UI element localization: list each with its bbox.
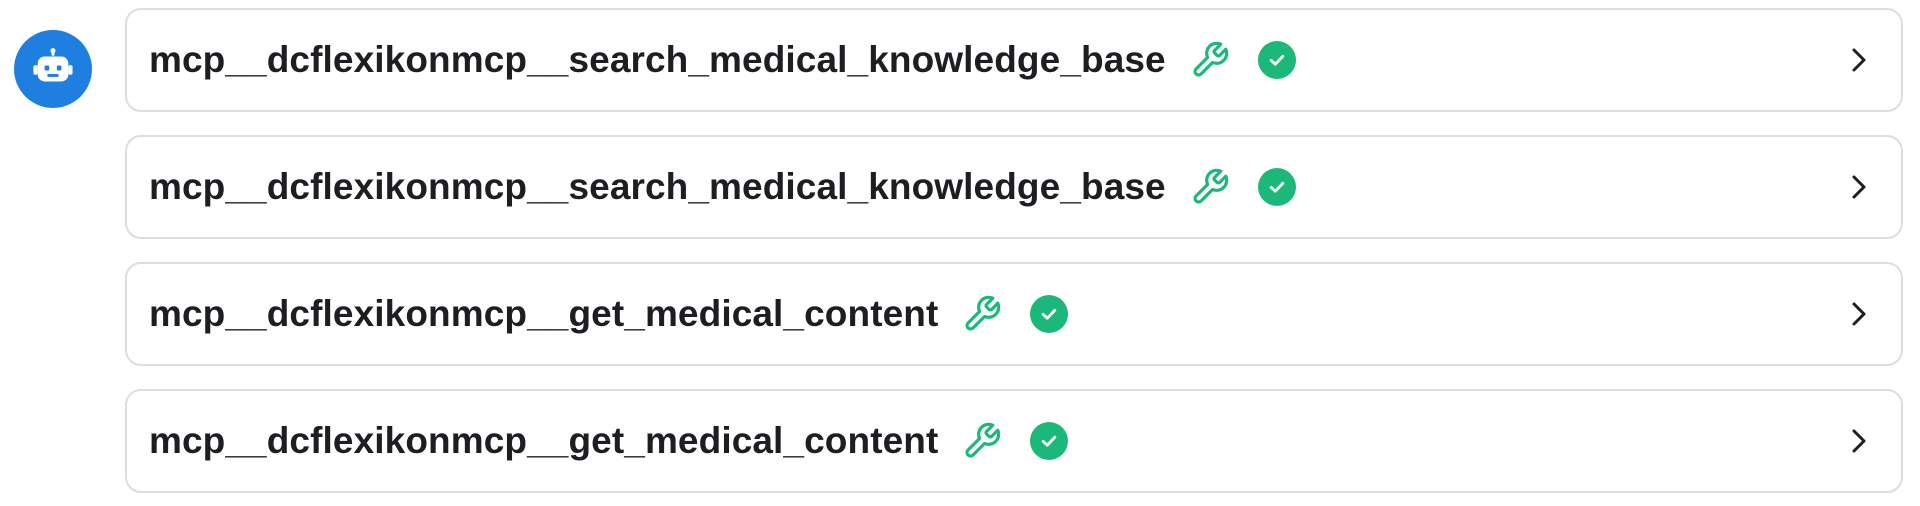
chevron-right-icon[interactable] [1845, 44, 1873, 76]
check-circle-icon [1030, 422, 1069, 460]
check-circle-icon [1257, 168, 1296, 206]
tool-call-row[interactable]: mcp__dcflexikonmcp__get_medical_content [125, 389, 1903, 493]
assistant-avatar [14, 30, 92, 108]
tool-call-name: mcp__dcflexikonmcp__get_medical_content [149, 420, 939, 461]
wrench-icon [962, 294, 1002, 334]
tool-call-list: mcp__dcflexikonmcp__search_medical_knowl… [125, 8, 1903, 493]
chevron-right-icon[interactable] [1845, 425, 1873, 457]
wrench-icon [962, 421, 1002, 461]
tool-call-row[interactable]: mcp__dcflexikonmcp__get_medical_content [125, 262, 1903, 366]
tool-call-row[interactable]: mcp__dcflexikonmcp__search_medical_knowl… [125, 8, 1903, 112]
tool-call-name: mcp__dcflexikonmcp__search_medical_knowl… [149, 39, 1166, 80]
check-circle-icon [1030, 295, 1069, 333]
check-circle-icon [1257, 41, 1296, 79]
chevron-right-icon[interactable] [1845, 298, 1873, 330]
tool-call-row[interactable]: mcp__dcflexikonmcp__search_medical_knowl… [125, 135, 1903, 239]
tool-call-name: mcp__dcflexikonmcp__search_medical_knowl… [149, 166, 1166, 207]
robot-icon [30, 46, 76, 92]
chevron-right-icon[interactable] [1845, 171, 1873, 203]
tool-call-name: mcp__dcflexikonmcp__get_medical_content [149, 293, 939, 334]
wrench-icon [1190, 167, 1230, 207]
wrench-icon [1190, 40, 1230, 80]
